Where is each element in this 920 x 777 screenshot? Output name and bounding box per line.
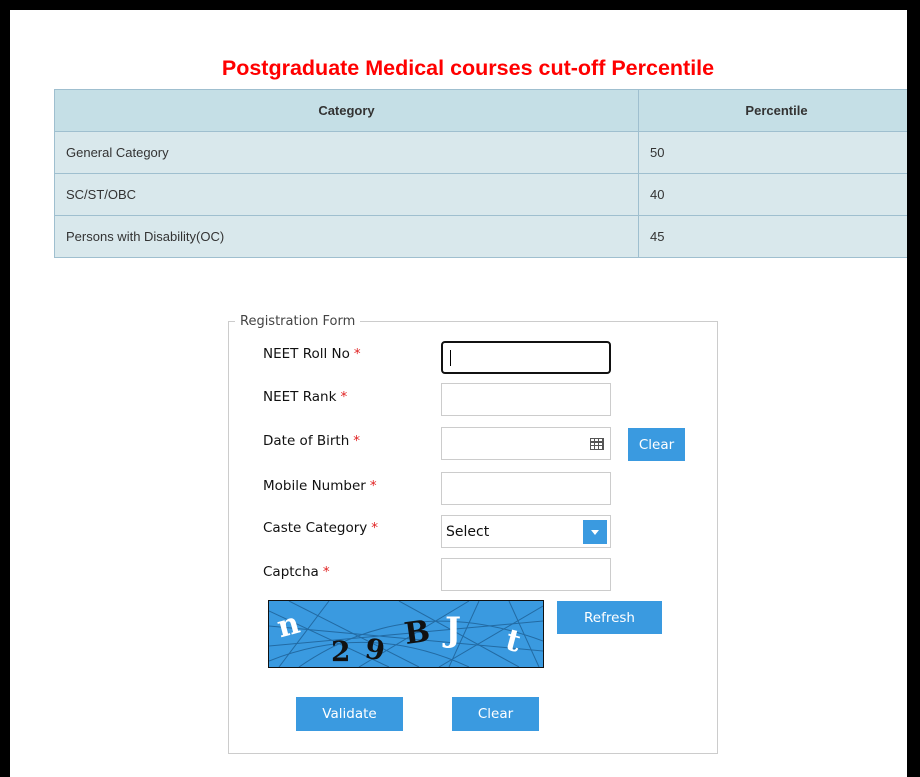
chevron-down-icon[interactable] <box>583 520 607 544</box>
category-cell: Persons with Disability(OC) <box>54 215 639 258</box>
captcha-char: J <box>442 610 461 650</box>
caste-label: Caste Category * <box>263 520 379 536</box>
column-header: Category <box>54 89 639 132</box>
rank-input[interactable] <box>441 383 611 416</box>
table-row: SC/ST/OBC 40 <box>54 173 907 216</box>
table-header-row: Category Percentile <box>54 89 907 132</box>
required-mark: * <box>340 389 348 405</box>
dob-input[interactable] <box>441 427 611 460</box>
cutoff-table: Category Percentile General Category 50 … <box>54 89 907 258</box>
dob-clear-button[interactable]: Clear <box>628 428 685 461</box>
captcha-graphic: n 2 9 B J t <box>269 601 543 667</box>
category-cell: SC/ST/OBC <box>54 173 639 216</box>
required-mark: * <box>322 564 330 580</box>
category-cell: General Category <box>54 131 639 174</box>
page-title: Postgraduate Medical courses cut-off Per… <box>221 56 715 80</box>
captcha-input[interactable] <box>441 558 611 591</box>
caste-select[interactable]: Select <box>441 515 611 548</box>
page: Postgraduate Medical courses cut-off Per… <box>10 10 907 777</box>
validate-button[interactable]: Validate <box>296 697 403 731</box>
percentile-cell: 45 <box>638 215 907 258</box>
mobile-input[interactable] <box>441 472 611 505</box>
table-row: General Category 50 <box>54 131 907 174</box>
required-mark: * <box>369 478 377 494</box>
refresh-captcha-button[interactable]: Refresh <box>557 601 662 634</box>
dob-label: Date of Birth * <box>263 433 361 449</box>
column-header: Percentile <box>638 89 907 132</box>
table-row: Persons with Disability(OC) 45 <box>54 215 907 258</box>
required-mark: * <box>371 520 379 536</box>
captcha-image: n 2 9 B J t <box>268 600 544 668</box>
mobile-label: Mobile Number * <box>263 478 377 494</box>
form-legend: Registration Form <box>240 314 356 329</box>
required-mark: * <box>353 433 361 449</box>
captcha-label: Captcha * <box>263 564 330 580</box>
required-mark: * <box>353 346 361 362</box>
percentile-cell: 40 <box>638 173 907 216</box>
clear-button[interactable]: Clear <box>452 697 539 731</box>
roll-no-input[interactable] <box>441 341 611 374</box>
captcha-char: 2 <box>331 635 350 667</box>
rank-label: NEET Rank * <box>263 389 348 405</box>
calendar-icon[interactable] <box>590 438 604 450</box>
percentile-cell: 50 <box>638 131 907 174</box>
text-caret <box>450 350 451 366</box>
caste-selected-value: Select <box>446 524 490 540</box>
roll-no-label: NEET Roll No * <box>263 346 361 362</box>
captcha-char: B <box>402 614 432 652</box>
